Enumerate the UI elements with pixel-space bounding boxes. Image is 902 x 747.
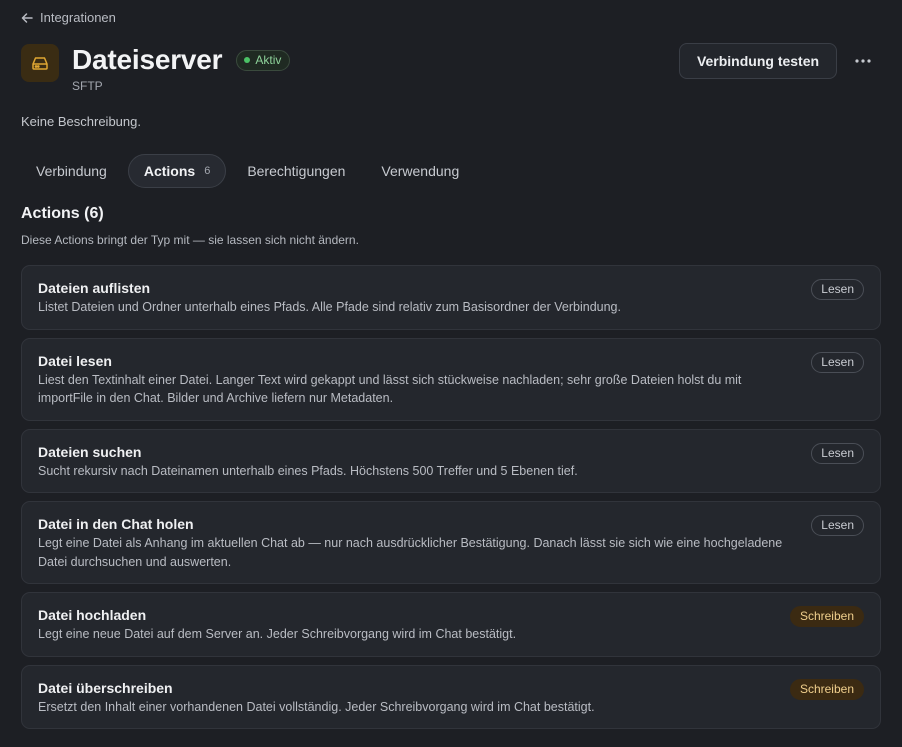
integration-description: Keine Beschreibung. xyxy=(21,114,141,129)
test-connection-button[interactable]: Verbindung testen xyxy=(679,43,837,79)
tab-count-badge: 6 xyxy=(204,165,211,177)
tab-label: Verbindung xyxy=(36,163,107,179)
action-card-list-files: Dateien auflisten Listet Dateien und Ord… xyxy=(21,265,881,330)
permission-badge: Lesen xyxy=(811,515,864,536)
tab-label: Verwendung xyxy=(381,163,460,179)
tab-label: Berechtigungen xyxy=(247,163,346,179)
action-list: Dateien auflisten Listet Dateien und Ord… xyxy=(21,265,881,737)
action-description: Legt eine Datei als Anhang im aktuellen … xyxy=(38,536,783,569)
page-header: Dateiserver Aktiv SFTP xyxy=(21,44,291,93)
action-description: Ersetzt den Inhalt einer vorhandenen Dat… xyxy=(38,699,595,714)
back-link[interactable]: Integrationen xyxy=(21,10,116,25)
app-icon-tile xyxy=(21,44,59,82)
page-subtitle: SFTP xyxy=(72,79,103,93)
back-link-label: Integrationen xyxy=(40,10,116,25)
tab-actions[interactable]: Actions 6 xyxy=(127,154,227,188)
action-name: Dateien suchen xyxy=(38,443,142,460)
tab-bar: Verbindung Actions 6 Berechtigungen Verw… xyxy=(21,154,480,188)
action-description: Listet Dateien und Ordner unterhalb eine… xyxy=(38,300,621,314)
permission-badge: Lesen xyxy=(811,279,864,300)
tab-label: Actions xyxy=(143,163,196,179)
action-description: Sucht rekursiv nach Dateinamen unterhalb… xyxy=(38,463,578,478)
action-description: Liest den Textinhalt einer Datei. Langer… xyxy=(38,372,742,406)
server-drive-icon xyxy=(32,57,48,70)
more-horizontal-icon xyxy=(855,59,871,63)
action-name: Dateien auflisten xyxy=(38,280,151,296)
permission-badge: Lesen xyxy=(811,351,864,373)
action-card-read-file: Datei lesen Liest den Textinhalt einer D… xyxy=(21,337,881,421)
more-options-button[interactable] xyxy=(848,47,878,75)
tab-verwendung[interactable]: Verwendung xyxy=(366,154,474,188)
status-label: Aktiv xyxy=(255,52,282,67)
section-description: Diese Actions bringt der Typ mit — sie l… xyxy=(21,233,359,247)
action-description: Legt eine neue Datei auf dem Server an. … xyxy=(38,627,517,641)
action-name: Datei in den Chat holen xyxy=(38,516,194,532)
permission-badge: Schreiben xyxy=(789,678,864,700)
arrow-left-icon xyxy=(21,12,33,23)
status-badge: Aktiv xyxy=(236,49,291,71)
permission-badge: Schreiben xyxy=(789,606,864,627)
section-title: Actions (6) xyxy=(21,205,104,222)
page-title: Dateiserver xyxy=(72,44,223,75)
tab-verbindung[interactable]: Verbindung xyxy=(21,154,122,188)
action-card-search-files: Dateien suchen Sucht rekursiv nach Datei… xyxy=(21,428,881,493)
action-card-import-to-chat: Datei in den Chat holen Legt eine Datei … xyxy=(21,501,881,584)
permission-badge: Lesen xyxy=(811,442,864,464)
action-name: Datei lesen xyxy=(38,352,112,369)
action-name: Datei überschreiben xyxy=(38,679,173,696)
status-dot xyxy=(244,56,251,63)
action-card-overwrite-file: Datei überschreiben Ersetzt den Inhalt e… xyxy=(21,664,881,729)
action-name: Datei hochladen xyxy=(38,607,147,623)
tab-berechtigungen[interactable]: Berechtigungen xyxy=(232,154,360,188)
action-card-upload-file: Datei hochladen Legt eine neue Datei auf… xyxy=(21,592,881,657)
